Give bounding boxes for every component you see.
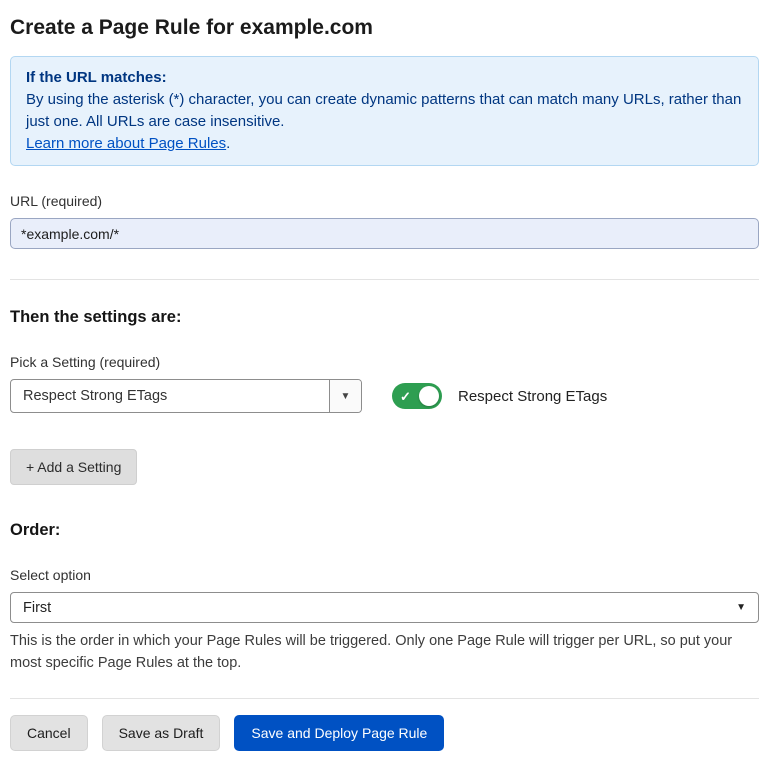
- order-section-heading: Order:: [10, 521, 759, 540]
- learn-more-link[interactable]: Learn more about Page Rules: [26, 135, 226, 152]
- setting-toggle[interactable]: ✓: [392, 383, 442, 409]
- chevron-down-icon: ▼: [341, 391, 351, 402]
- order-help-text: This is the order in which your Page Rul…: [10, 630, 755, 674]
- add-setting-button[interactable]: + Add a Setting: [10, 449, 137, 485]
- setting-select-value: Respect Strong ETags: [11, 380, 179, 412]
- cancel-button[interactable]: Cancel: [10, 715, 88, 751]
- save-draft-button[interactable]: Save as Draft: [102, 715, 221, 751]
- page-rule-form: Create a Page Rule for example.com If th…: [0, 0, 769, 767]
- setting-select[interactable]: Respect Strong ETags ▼: [10, 379, 362, 413]
- toggle-knob: [419, 386, 439, 406]
- setting-row: Respect Strong ETags ▼ ✓ Respect Strong …: [10, 379, 759, 413]
- page-title: Create a Page Rule for example.com: [10, 10, 759, 40]
- order-select-label: Select option: [10, 567, 759, 583]
- save-deploy-button[interactable]: Save and Deploy Page Rule: [234, 715, 444, 751]
- divider: [10, 279, 759, 280]
- link-suffix: .: [226, 135, 230, 152]
- toggle-label: Respect Strong ETags: [458, 388, 607, 405]
- url-match-info-box: If the URL matches: By using the asteris…: [10, 56, 759, 166]
- url-input[interactable]: [10, 218, 759, 249]
- order-select-value: First: [23, 600, 51, 616]
- info-box-body: By using the asterisk (*) character, you…: [26, 89, 743, 133]
- divider: [10, 698, 759, 699]
- action-bar: Cancel Save as Draft Save and Deploy Pag…: [10, 715, 759, 767]
- check-icon: ✓: [400, 390, 411, 403]
- url-field-label: URL (required): [10, 193, 759, 209]
- pick-setting-label: Pick a Setting (required): [10, 354, 759, 370]
- settings-section-heading: Then the settings are:: [10, 308, 759, 327]
- order-select[interactable]: First ▼: [10, 592, 759, 623]
- info-box-heading: If the URL matches:: [26, 69, 167, 86]
- setting-select-arrow-button[interactable]: ▼: [329, 380, 361, 412]
- chevron-down-icon: ▼: [736, 602, 746, 613]
